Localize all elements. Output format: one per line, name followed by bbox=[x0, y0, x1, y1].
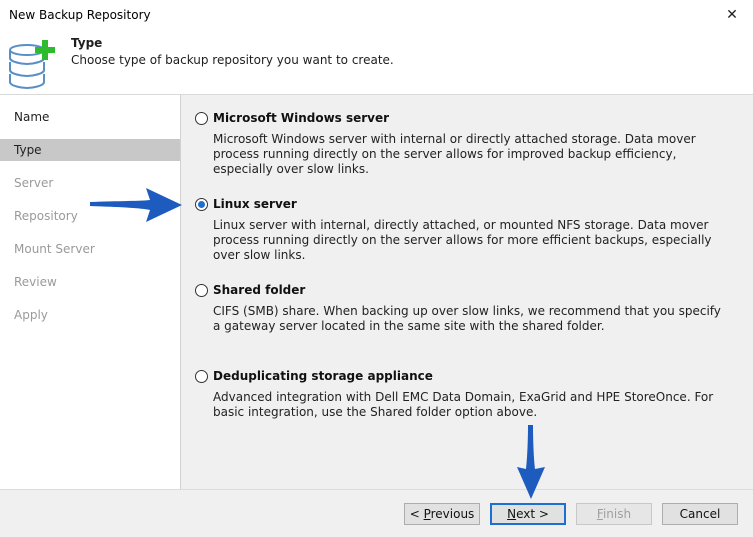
annotation-arrow-down bbox=[517, 425, 545, 499]
linux-server-radio[interactable] bbox=[195, 198, 208, 211]
windows-server-title[interactable]: Microsoft Windows server bbox=[213, 111, 389, 125]
page-subtitle: Choose type of backup repository you wan… bbox=[71, 53, 394, 67]
dedup-appliance-radio[interactable] bbox=[195, 370, 208, 383]
windows-server-description: Microsoft Windows server with internal o… bbox=[213, 132, 696, 176]
window-title: New Backup Repository bbox=[9, 8, 151, 22]
page-title: Type bbox=[71, 36, 103, 50]
nav-step-apply: Apply bbox=[14, 308, 48, 322]
shared-folder-radio[interactable] bbox=[195, 284, 208, 297]
previous-rest: revious bbox=[430, 507, 475, 521]
previous-mnemonic: P bbox=[423, 507, 431, 521]
repository-type-panel: Microsoft Windows server Microsoft Windo… bbox=[180, 94, 753, 489]
linux-server-title[interactable]: Linux server bbox=[213, 197, 297, 211]
next-rest: ext > bbox=[516, 507, 549, 521]
next-button[interactable]: Next > bbox=[490, 503, 566, 525]
title-bar: New Backup Repository ✕ bbox=[0, 0, 753, 30]
linux-server-description: Linux server with internal, directly att… bbox=[213, 218, 712, 262]
annotation-arrow-right bbox=[90, 188, 182, 222]
cancel-button[interactable]: Cancel bbox=[662, 503, 738, 525]
windows-server-radio[interactable] bbox=[195, 112, 208, 125]
finish-button: Finish bbox=[576, 503, 652, 525]
close-icon[interactable]: ✕ bbox=[720, 4, 744, 26]
nav-step-name[interactable]: Name bbox=[0, 106, 180, 128]
database-add-icon bbox=[9, 40, 55, 90]
next-mnemonic: N bbox=[507, 507, 517, 521]
wizard-steps-nav: Name Type Server Repository Mount Server… bbox=[0, 94, 180, 490]
nav-step-mount-server: Mount Server bbox=[14, 242, 95, 256]
nav-step-review: Review bbox=[14, 275, 57, 289]
shared-folder-title[interactable]: Shared folder bbox=[213, 283, 305, 297]
previous-prefix: < bbox=[409, 507, 424, 521]
nav-step-type[interactable]: Type bbox=[0, 139, 180, 161]
previous-button[interactable]: < Previous bbox=[404, 503, 480, 525]
finish-rest: inish bbox=[602, 507, 632, 521]
wizard-header: Type Choose type of backup repository yo… bbox=[0, 30, 753, 94]
dedup-appliance-title[interactable]: Deduplicating storage appliance bbox=[213, 369, 433, 383]
wizard-footer: < Previous Next > Finish Cancel bbox=[0, 489, 753, 537]
dedup-appliance-description: Advanced integration with Dell EMC Data … bbox=[213, 390, 714, 419]
shared-folder-description: CIFS (SMB) share. When backing up over s… bbox=[213, 304, 721, 333]
